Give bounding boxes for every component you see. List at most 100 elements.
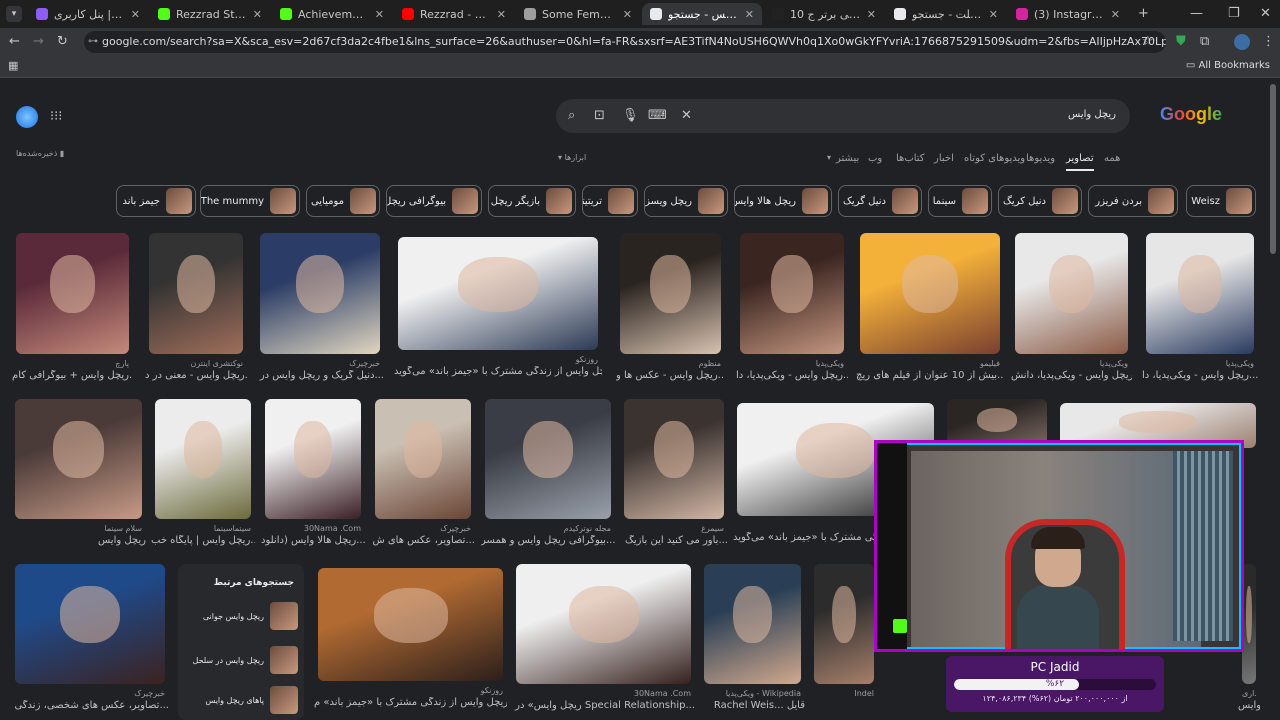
image-source[interactable]: منظوم <box>620 359 721 368</box>
menu-icon[interactable]: ⋮ <box>1262 35 1275 48</box>
image-caption[interactable]: ریچل وایس | پایگاه خب... <box>151 535 255 546</box>
search-input[interactable]: ریچل وایس <box>1068 109 1116 120</box>
keyboard-icon[interactable]: ⌨ <box>648 109 667 122</box>
image-caption[interactable]: تصاویر، عکس های شخصی، زندگی... <box>11 700 169 711</box>
all-bookmarks[interactable]: ▭ All Bookmarks <box>1186 60 1270 71</box>
tab-8[interactable]: (3) Instagram ✕ <box>1008 3 1128 25</box>
image-result[interactable] <box>516 564 691 684</box>
image-caption[interactable]: ریچل وایس - ویکی‌پدیا، دا... <box>1142 370 1258 381</box>
image-source[interactable]: نوکتشری اینترن <box>149 359 243 368</box>
image-result[interactable] <box>704 564 801 684</box>
filter-chip-5[interactable]: ریچل هالا وایس <box>734 185 832 217</box>
tab-search-icon[interactable]: ▾ <box>6 6 22 22</box>
google-apps-icon[interactable]: ⁝⁝⁝ <box>50 110 62 123</box>
tab-1[interactable]: Rezzrad Stream - Wa ✕ <box>150 3 270 25</box>
scrollbar[interactable] <box>1270 84 1276 254</box>
mic-icon[interactable]: 🎙︎ <box>622 109 639 122</box>
search-icon[interactable]: ⌕ <box>568 109 575 122</box>
image-result[interactable] <box>260 233 380 354</box>
image-source[interactable]: Indel <box>814 689 874 698</box>
image-result[interactable] <box>15 399 142 519</box>
clear-icon[interactable]: ✕ <box>681 109 692 122</box>
image-source[interactable]: سینماسینما <box>155 524 251 533</box>
nav-tab-7[interactable]: بیشتر <box>836 153 859 164</box>
filter-chip-1[interactable]: بردن فریزر <box>1088 185 1178 217</box>
image-result[interactable] <box>375 399 471 519</box>
filter-chip-9[interactable]: بیوگرافی ریچل <box>386 185 482 217</box>
image-result[interactable] <box>620 233 721 354</box>
new-tab-button[interactable]: + <box>1138 7 1149 20</box>
tab-3[interactable]: Rezzrad - YouTube ✕ <box>394 3 514 25</box>
apps-grid-icon[interactable]: ▦ <box>8 60 18 71</box>
gemini-icon[interactable] <box>16 106 38 128</box>
image-result[interactable] <box>398 237 598 350</box>
image-result[interactable] <box>860 233 1000 354</box>
filter-chip-7[interactable]: تریتیتی هال <box>582 185 638 217</box>
site-info-icon[interactable]: ⊶ <box>88 31 98 53</box>
image-result[interactable] <box>318 568 503 681</box>
image-caption[interactable]: بیوگرافی ریچل وایس و همسر... <box>481 535 615 546</box>
image-result[interactable] <box>624 399 724 519</box>
nav-tab-4[interactable]: اخبار <box>934 153 954 164</box>
image-caption[interactable]: ریچل وایس - ویکی‌پدیا، دا... <box>736 370 848 381</box>
nav-tab-5[interactable]: کتاب‌ها <box>896 153 925 164</box>
filter-chip-10[interactable]: مومیایی <box>306 185 380 217</box>
image-result[interactable] <box>149 233 243 354</box>
filter-chip-3[interactable]: سینما <box>928 185 992 217</box>
bookmark-star-icon[interactable]: ☆ <box>1142 35 1154 48</box>
tab-5[interactable]: ریچل وایس - جستجو ✕ <box>642 3 762 25</box>
tab-close-icon[interactable]: ✕ <box>375 8 384 21</box>
image-result[interactable] <box>1242 564 1256 684</box>
image-caption[interactable]: ریچل وایس - عکس ها و... <box>616 370 725 381</box>
extensions-icon[interactable]: ⧉ <box>1200 35 1209 48</box>
image-source[interactable]: سیمرغ <box>624 524 724 533</box>
image-caption[interactable]: بیش از 10 عنوان از فیلم های ریچ... <box>856 370 1004 381</box>
image-caption[interactable]: Rachel Weis... قایل <box>700 700 805 711</box>
related-search-item[interactable]: ریچل وایس در سلحل <box>184 644 298 676</box>
filter-chip-4[interactable]: دنیل گریک <box>838 185 922 217</box>
google-logo[interactable]: Google <box>1160 104 1222 125</box>
image-caption[interactable]: ریچل هالا وایس (دانلود... <box>261 535 365 546</box>
image-caption[interactable]: ریچل وایس - معنی در د... <box>145 370 247 381</box>
tab-0[interactable]: ریمست | پنل کاربری ✕ <box>28 3 148 25</box>
image-source[interactable]: فیلیمو <box>860 359 1000 368</box>
tab-7[interactable]: کیت وینسلت - جستجو ✕ <box>886 3 1006 25</box>
tab-close-icon[interactable]: ✕ <box>497 8 506 21</box>
tab-close-icon[interactable]: ✕ <box>867 8 876 21</box>
image-caption[interactable]: تصاویر، عکس های ش... <box>371 535 475 546</box>
filter-chip-11[interactable]: The mummy <box>200 185 300 217</box>
image-source[interactable]: سلام سینما <box>15 524 142 533</box>
lens-icon[interactable]: ⊡ <box>594 109 605 122</box>
tab-close-icon[interactable]: ✕ <box>989 8 998 21</box>
image-source[interactable]: ویکی‌پدیا <box>1015 359 1128 368</box>
image-result[interactable] <box>814 564 874 684</box>
more-chevron-icon[interactable]: ▾ <box>827 153 831 162</box>
nav-tab-3[interactable]: ویدیوهای کوتاه <box>964 153 1025 164</box>
image-source[interactable]: خبرچیرک <box>260 359 380 368</box>
back-icon[interactable]: ← <box>9 35 20 48</box>
image-result[interactable] <box>485 399 611 519</box>
image-result[interactable] <box>1015 233 1128 354</box>
image-caption[interactable]: ریچل وایس <box>11 535 146 546</box>
reload-icon[interactable]: ↻ <box>57 35 68 48</box>
search-box[interactable]: ⌕ ⊡ 🎙︎ ⌨ ✕ ریچل وایس <box>556 99 1130 133</box>
address-bar[interactable]: ⊶ google.com/search?sa=X&sca_esv=2d67cf3… <box>84 31 1166 53</box>
filter-chip-6[interactable]: ریچل ویسز <box>644 185 728 217</box>
tab-2[interactable]: Achievements - Kick ✕ <box>272 3 392 25</box>
extension-shield-icon[interactable]: ⛊ <box>1176 35 1186 48</box>
filter-chip-8[interactable]: بازیگر ریچل <box>488 185 576 217</box>
close-window-button[interactable]: ✕ <box>1260 7 1271 20</box>
forward-icon[interactable]: → <box>33 35 44 48</box>
filter-chip-2[interactable]: دنیل کریگ <box>998 185 1082 217</box>
image-source[interactable]: ویکی‌پدیا <box>740 359 844 368</box>
filter-chip-12[interactable]: جیمز باند <box>116 185 196 217</box>
profile-avatar[interactable] <box>1234 34 1250 50</box>
image-result[interactable] <box>740 233 844 354</box>
image-caption[interactable]: دنیل گریک و ریچل وایس در... <box>256 370 384 381</box>
tab-close-icon[interactable]: ✕ <box>623 8 632 21</box>
image-source[interactable]: ویکی‌پدیا <box>1146 359 1254 368</box>
image-result[interactable] <box>15 564 165 684</box>
image-source[interactable]: روزنکو <box>318 686 503 695</box>
image-caption[interactable]: ریچل وایس از زندگی مشترک با «جیمز باند» … <box>314 697 507 708</box>
image-caption[interactable]: ریچل وایس - ویکی‌پدیا، دانش... <box>1011 370 1132 381</box>
